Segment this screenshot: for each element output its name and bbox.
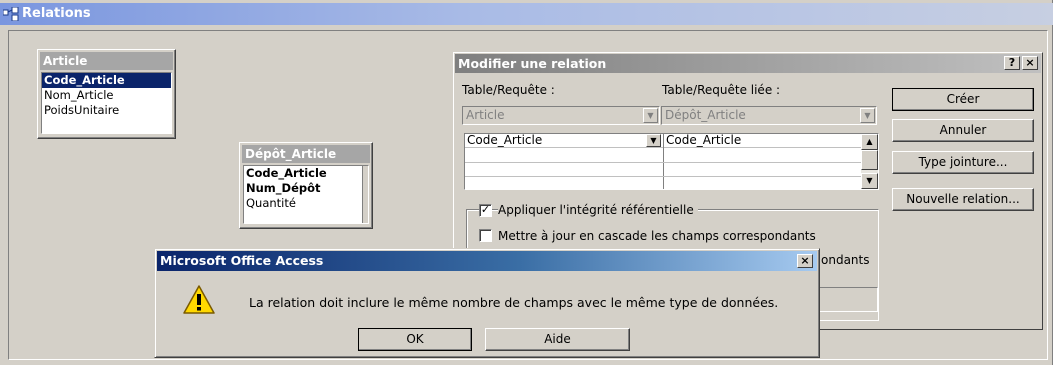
table-depot-article-title[interactable]: Dépôt_Article <box>242 145 370 163</box>
edit-relationship-title-bar: Modifier une relation <box>455 54 1041 73</box>
table-query-label: Table/Requête : <box>462 83 555 97</box>
table-article[interactable]: Article Code_Article Nom_Article PoidsUn… <box>37 49 176 139</box>
relations-title-bar: Relations <box>0 3 1053 25</box>
chevron-down-icon[interactable]: ▼ <box>643 108 658 123</box>
enforce-integrity-checkbox[interactable]: ✓ <box>479 204 492 217</box>
table-depot-article-field-list[interactable]: Code_Article Num_Dépôt Quantité <box>243 165 369 224</box>
field-item[interactable]: Num_Dépôt <box>244 181 368 196</box>
field-mapping-grid[interactable]: Code_Article ▼ Code_Article ▲ ▼ <box>464 133 879 190</box>
relations-title-text: Relations <box>22 6 91 21</box>
field-item[interactable]: Nom_Article <box>42 88 171 103</box>
close-button[interactable]: × <box>1022 56 1038 70</box>
edit-relationship-title: Modifier une relation <box>458 56 607 71</box>
alert-message: La relation doit inclure le même nombre … <box>249 295 779 310</box>
relations-app-icon <box>3 7 19 21</box>
warning-icon <box>183 285 215 314</box>
scroll-up-icon[interactable]: ▲ <box>861 134 878 150</box>
table-depot-article[interactable]: Dépôt_Article Code_Article Num_Dépôt Qua… <box>239 142 373 229</box>
table-query-value: Article <box>466 108 505 122</box>
alert-title: Microsoft Office Access <box>160 253 324 268</box>
cascade-update-label[interactable]: Mettre à jour en cascade les champs corr… <box>498 229 816 243</box>
grid-cell-left[interactable]: Code_Article <box>465 134 663 148</box>
grid-cell-right-text: Code_Article <box>666 133 742 147</box>
related-table-query-label: Table/Requête liée : <box>662 83 781 97</box>
field-item[interactable]: Code_Article <box>244 166 368 181</box>
field-item[interactable]: PoidsUnitaire <box>42 103 171 118</box>
grid-cell-right[interactable]: Code_Article <box>664 134 862 148</box>
scroll-down-icon[interactable]: ▼ <box>861 173 878 189</box>
error-alert-dialog: Microsoft Office Access × La relation do… <box>154 248 820 358</box>
join-type-display <box>816 287 878 312</box>
field-list-scrollbar[interactable] <box>362 166 368 223</box>
join-type-button[interactable]: Type jointure... <box>892 151 1034 174</box>
cancel-button[interactable]: Annuler <box>892 119 1034 142</box>
scroll-thumb[interactable] <box>861 150 878 170</box>
grid-scrollbar[interactable]: ▲ ▼ <box>861 134 878 189</box>
ok-button[interactable]: OK <box>358 328 472 351</box>
related-table-query-value: Dépôt_Article <box>665 108 746 122</box>
alert-close-button[interactable]: × <box>797 254 813 268</box>
related-table-query-combo[interactable]: Dépôt_Article ▼ <box>661 106 877 125</box>
chevron-down-icon[interactable]: ▼ <box>860 108 875 123</box>
cascade-update-checkbox[interactable] <box>479 229 492 242</box>
cascade-delete-label[interactable]: ondants <box>821 253 869 267</box>
enforce-integrity-label[interactable]: Appliquer l'intégrité référentielle <box>498 203 698 217</box>
alert-title-bar: Microsoft Office Access <box>157 251 817 271</box>
help-button[interactable]: ? <box>1004 56 1020 70</box>
help-button[interactable]: Aide <box>485 328 630 351</box>
new-relation-button[interactable]: Nouvelle relation... <box>892 188 1034 211</box>
chevron-down-icon[interactable]: ▼ <box>646 134 661 147</box>
field-item[interactable]: Quantité <box>244 196 368 211</box>
table-article-field-list[interactable]: Code_Article Nom_Article PoidsUnitaire <box>41 72 172 134</box>
field-item[interactable]: Code_Article <box>42 73 171 88</box>
table-article-title[interactable]: Article <box>40 52 173 70</box>
grid-row-line <box>465 162 862 163</box>
create-button[interactable]: Créer <box>892 88 1034 111</box>
grid-row-line <box>465 176 862 177</box>
grid-cell-left-text: Code_Article <box>467 133 543 147</box>
table-query-combo[interactable]: Article ▼ <box>462 106 660 125</box>
